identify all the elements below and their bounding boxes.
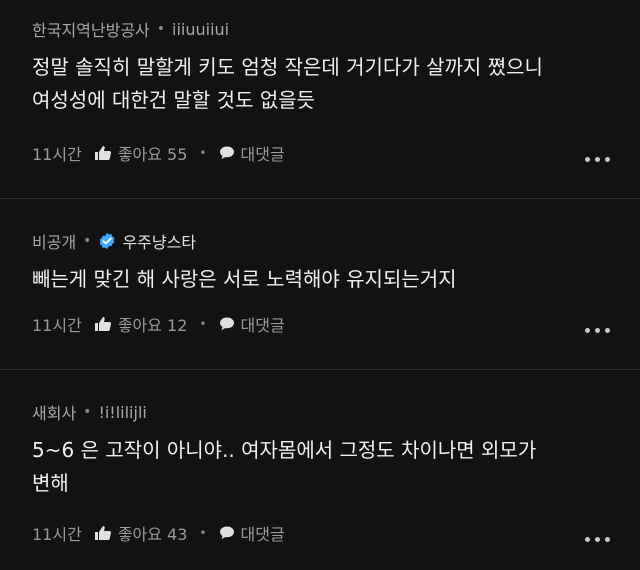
comment-body: 5~6 은 고작이 아니야.. 여자몸에서 그정도 차이나면 외모가 변해: [32, 434, 608, 500]
comment-body: 빼는게 맞긴 해 사랑은 서로 노력해야 유지되는거지: [32, 263, 608, 296]
comment-handle[interactable]: !i!lilijli: [98, 403, 146, 422]
thumbs-up-icon[interactable]: [94, 145, 112, 161]
comment-actions: 11시간 좋아요 43 • 대댓글: [32, 521, 285, 545]
thumbs-up-icon[interactable]: [94, 316, 112, 332]
comment-item: 새회사 • !i!lilijli 5~6 은 고작이 아니야.. 여자몸에서 그…: [0, 400, 640, 500]
more-horizontal-icon[interactable]: [585, 318, 610, 342]
comment-actions: 11시간 좋아요 55 • 대댓글: [32, 141, 285, 165]
separator-dot: •: [83, 404, 92, 420]
comment-line: 빼는게 맞긴 해 사랑은 서로 노력해야 유지되는거지: [32, 267, 457, 291]
separator-dot: •: [199, 317, 207, 331]
comment-handle[interactable]: 우주냥스타: [122, 229, 196, 253]
comment-author[interactable]: 새회사: [32, 400, 76, 424]
separator-dot: •: [156, 21, 166, 37]
comment-time: 11시간: [32, 316, 82, 335]
reply-button[interactable]: 대댓글: [241, 521, 285, 545]
comment-line: 정말 솔직히 말할게 키도 엄청 작은데 거기다가 살까지 쪘으니: [32, 55, 543, 79]
divider: [0, 369, 640, 370]
comment-meta: 새회사 • !i!lilijli: [32, 400, 608, 424]
comment-line: 여성성에 대한건 말할 것도 없을듯: [32, 88, 316, 112]
comment-item: 한국지역난방공사 • iiiuuiiui 정말 솔직히 말할게 키도 엄청 작은…: [0, 17, 640, 117]
chat-bubble-icon[interactable]: [219, 145, 235, 161]
comment-meta: 비공개 • 우주냥스타: [32, 229, 608, 253]
comment-meta: 한국지역난방공사 • iiiuuiiui: [32, 17, 608, 41]
comment-line: 5~6 은 고작이 아니야.. 여자몸에서 그정도 차이나면 외모가: [32, 438, 537, 462]
comment-actions: 11시간 좋아요 12 • 대댓글: [32, 312, 285, 336]
separator-dot: •: [199, 526, 207, 540]
separator-dot: •: [199, 146, 207, 160]
chat-bubble-icon[interactable]: [219, 316, 235, 332]
comment-body: 정말 솔직히 말할게 키도 엄청 작은데 거기다가 살까지 쪘으니 여성성에 대…: [32, 51, 608, 117]
like-count[interactable]: 좋아요 43: [118, 521, 188, 545]
comment-time: 11시간: [32, 145, 82, 164]
like-count[interactable]: 좋아요 55: [118, 141, 188, 165]
comment-author[interactable]: 한국지역난방공사: [32, 17, 150, 41]
comment-item: 비공개 • 우주냥스타 빼는게 맞긴 해 사랑은 서로 노력해야 유지되는거지: [0, 229, 640, 296]
thumbs-up-icon[interactable]: [94, 525, 112, 541]
comment-line: 변해: [32, 471, 69, 495]
verified-badge-icon: [100, 232, 115, 250]
reply-button[interactable]: 대댓글: [241, 141, 285, 165]
comment-author[interactable]: 비공개: [32, 229, 76, 253]
more-horizontal-icon[interactable]: [585, 527, 610, 551]
comment-time: 11시간: [32, 525, 82, 544]
reply-button[interactable]: 대댓글: [241, 312, 285, 336]
more-horizontal-icon[interactable]: [585, 147, 610, 171]
divider: [0, 198, 640, 199]
comment-handle[interactable]: iiiuuiiui: [172, 20, 229, 39]
like-count[interactable]: 좋아요 12: [118, 312, 188, 336]
chat-bubble-icon[interactable]: [219, 525, 235, 541]
separator-dot: •: [83, 233, 92, 249]
